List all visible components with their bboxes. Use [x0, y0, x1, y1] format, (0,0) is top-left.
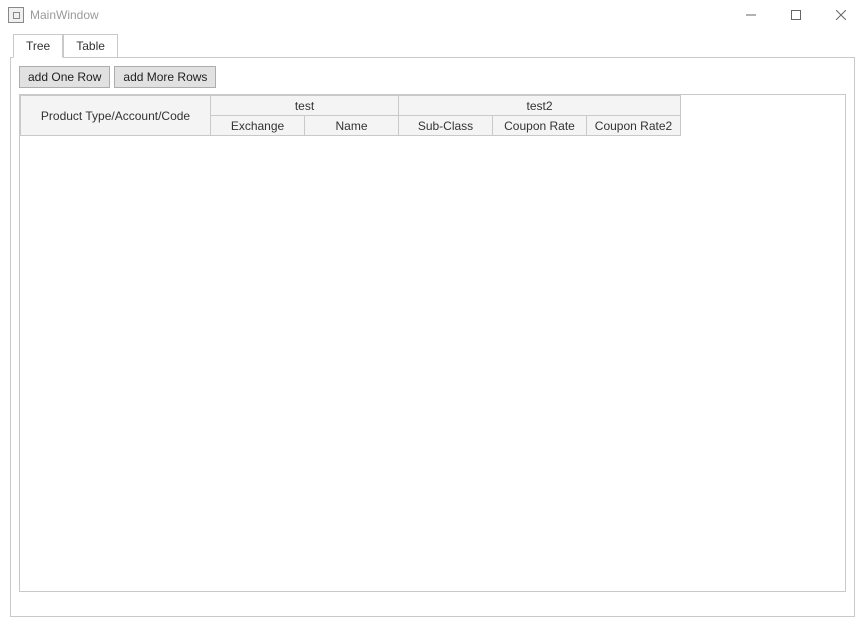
data-table: Product Type/Account/Code test test2 Exc… — [20, 95, 681, 136]
header-coupon-rate2[interactable]: Coupon Rate2 — [587, 116, 681, 136]
add-more-rows-button[interactable]: add More Rows — [114, 66, 216, 88]
header-subclass[interactable]: Sub-Class — [399, 116, 493, 136]
add-one-row-button[interactable]: add One Row — [19, 66, 110, 88]
titlebar: MainWindow — [0, 0, 865, 30]
header-exchange[interactable]: Exchange — [211, 116, 305, 136]
maximize-button[interactable] — [773, 0, 818, 30]
window-title: MainWindow — [30, 8, 728, 22]
close-button[interactable] — [818, 0, 863, 30]
app-icon-inner — [13, 12, 20, 19]
header-product[interactable]: Product Type/Account/Code — [21, 96, 211, 136]
app-icon — [8, 7, 24, 23]
tab-tree[interactable]: Tree — [13, 34, 63, 58]
tab-panel: add One Row add More Rows Product Type/A… — [10, 57, 855, 617]
minimize-button[interactable] — [728, 0, 773, 30]
header-group-test[interactable]: test — [211, 96, 399, 116]
table-header: Product Type/Account/Code test test2 Exc… — [21, 96, 681, 136]
header-coupon-rate[interactable]: Coupon Rate — [493, 116, 587, 136]
header-group-test2[interactable]: test2 — [399, 96, 681, 116]
header-name[interactable]: Name — [305, 116, 399, 136]
table-container[interactable]: Product Type/Account/Code test test2 Exc… — [19, 94, 846, 592]
tab-table[interactable]: Table — [63, 34, 118, 58]
toolbar: add One Row add More Rows — [19, 66, 846, 88]
tab-bar: Tree Table — [10, 34, 855, 58]
window-controls — [728, 0, 863, 30]
content-area: Tree Table add One Row add More Rows Pro… — [0, 30, 865, 627]
